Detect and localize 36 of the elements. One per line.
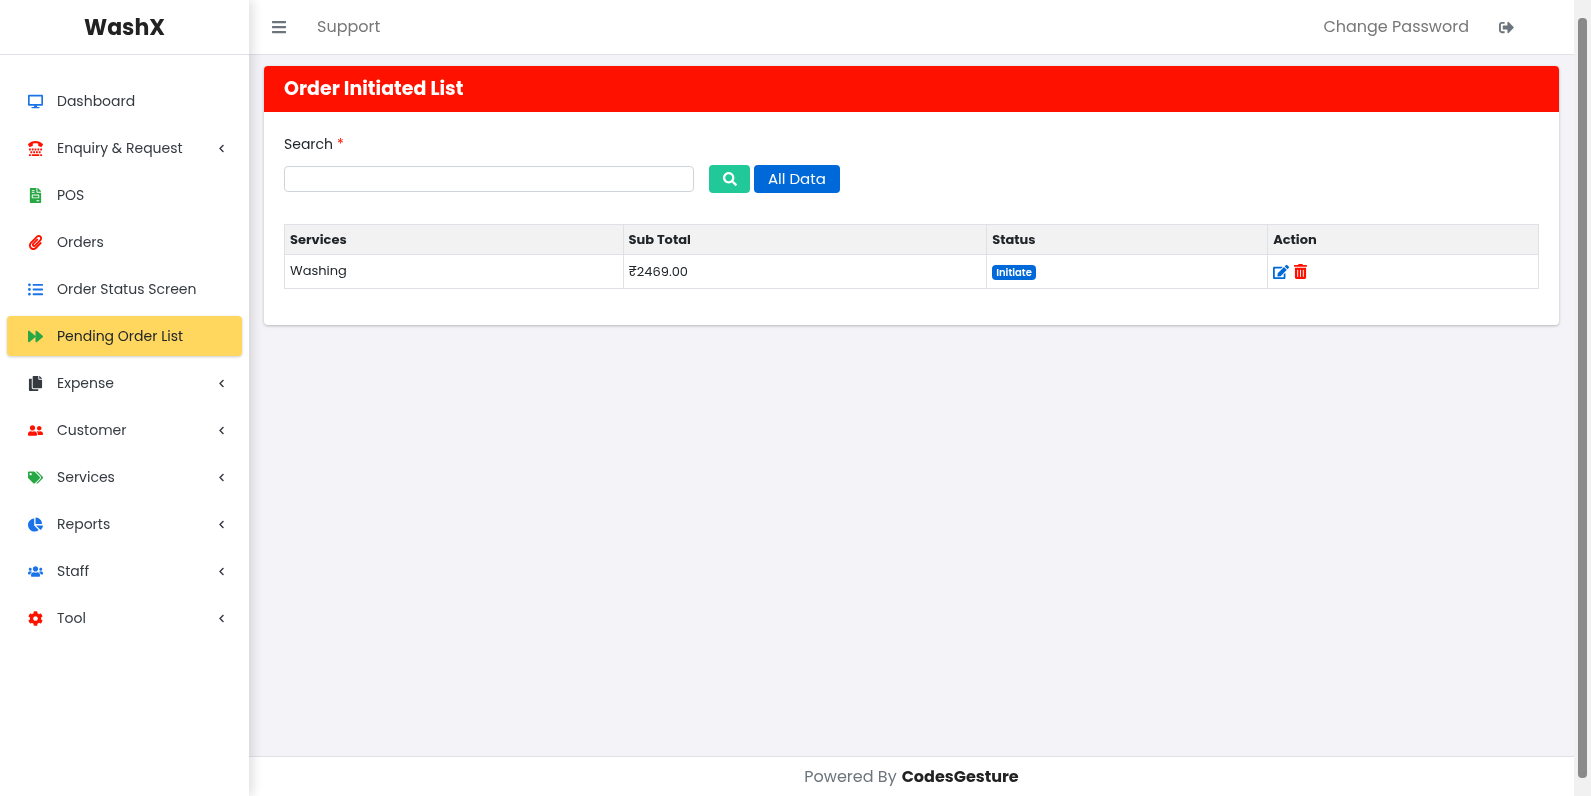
sidebar-item[interactable]: Enquiry & Request (7, 128, 242, 168)
scrollbar[interactable] (1574, 0, 1591, 796)
menu-icon[interactable] (271, 19, 287, 35)
column-header: Status (986, 224, 1268, 255)
column-header: Services (284, 224, 624, 255)
sidebar-item[interactable]: Expense (7, 363, 242, 403)
sidebar-item[interactable]: Orders (7, 222, 242, 262)
column-header: Action (1267, 224, 1539, 255)
nav-link[interactable]: Support (317, 15, 381, 39)
required-mark: * (337, 134, 344, 155)
sidebar-item[interactable]: Pending Order List (7, 316, 242, 356)
sidebar-item[interactable]: Order Status Screen (7, 269, 242, 309)
table-cell: Washing (284, 254, 624, 289)
sidebar-item[interactable]: Dashboard (7, 81, 242, 121)
table-cell: ₹2469.00 (623, 254, 987, 289)
all-data-button[interactable]: All Data (754, 165, 840, 193)
column-header: Sub Total (623, 224, 987, 255)
search-icon (722, 172, 737, 186)
delete-icon[interactable] (1294, 264, 1308, 279)
sidebar-item[interactable]: Customer (7, 410, 242, 450)
brand-logo[interactable]: WashX (84, 10, 165, 44)
sidebar-item[interactable]: Staff (7, 551, 242, 591)
logout-icon[interactable] (1499, 19, 1514, 35)
search-button[interactable] (709, 165, 750, 193)
change-password-link[interactable]: Change Password (1323, 15, 1469, 39)
search-label: Search (284, 134, 334, 155)
footer-text: Powered By (804, 764, 897, 789)
edit-icon[interactable] (1273, 263, 1290, 280)
status-badge: Initiate (992, 264, 1036, 280)
sidebar-item[interactable]: Tool (7, 598, 242, 638)
footer-brand[interactable]: CodesGesture (901, 764, 1019, 789)
sidebar-item[interactable]: Reports (7, 504, 242, 544)
card-title: Order Initiated List (284, 74, 464, 104)
sidebar-item[interactable]: POS (7, 175, 242, 215)
sidebar-item[interactable]: Services (7, 457, 242, 497)
search-field[interactable] (284, 166, 694, 192)
